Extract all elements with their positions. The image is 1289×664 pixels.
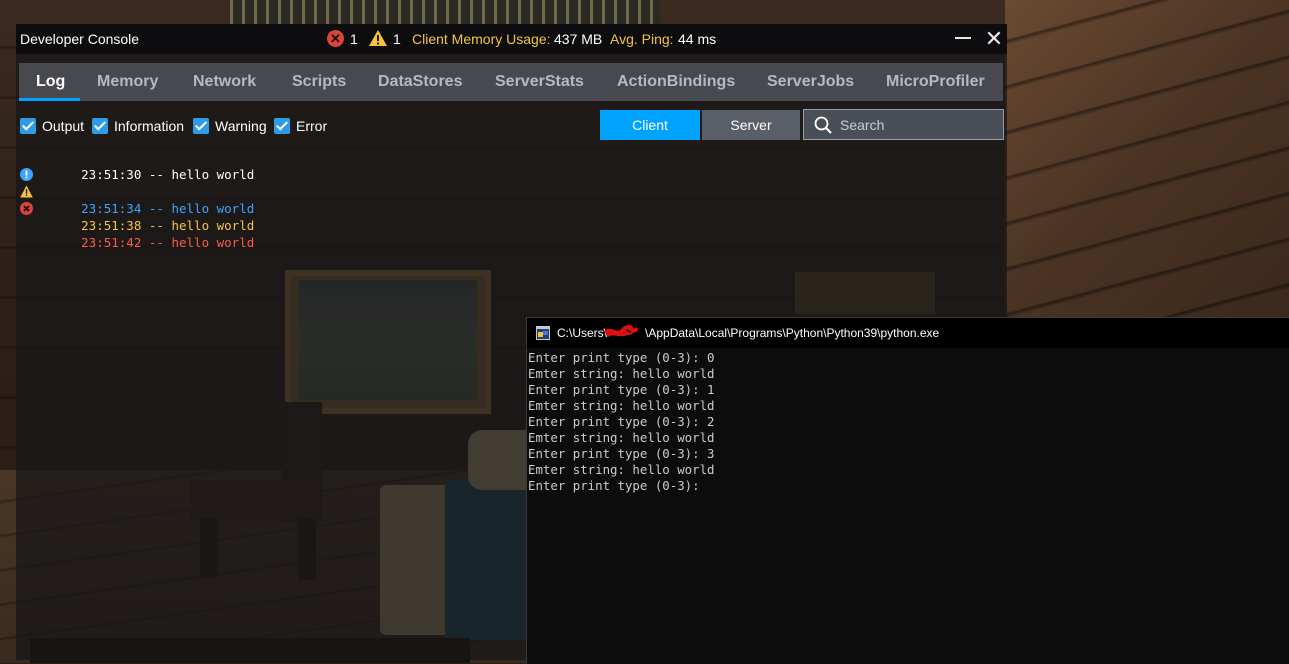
log-text: 23:51:42 -- hello world	[81, 235, 255, 250]
console-line: Enter print type (0-3): 3	[528, 446, 715, 461]
warning-icon	[20, 185, 33, 198]
console-titlebar[interactable]: Developer Console ✕ 1 1 Client Memory Us…	[16, 24, 1007, 54]
console-input-line[interactable]: Enter print type (0-3):	[528, 478, 1288, 494]
title-prefix: C:\Users\	[557, 326, 608, 340]
python-console-output[interactable]: Enter print type (0-3): 0 Emter string: …	[528, 350, 1288, 494]
ping-label: Avg. Ping:	[610, 31, 674, 47]
tab-microprofiler[interactable]: MicroProfiler	[886, 63, 985, 101]
log-entry: 23:51:34 -- hello world	[16, 166, 716, 216]
console-line: Enter print type (0-3): 2	[528, 414, 715, 429]
tab-memory[interactable]: Memory	[97, 63, 158, 101]
console-title: Developer Console	[20, 31, 140, 47]
log-entry: 23:51:42 -- hello world	[16, 200, 716, 250]
console-line: Enter print type (0-3): 1	[528, 382, 715, 397]
ping-value: 44 ms	[678, 31, 717, 47]
console-app-icon	[536, 326, 550, 340]
console-line: Enter print type (0-3): 0	[528, 350, 715, 365]
console-tab-bar: Log Memory Network Scripts DataStores Se…	[19, 63, 1003, 101]
wall-planks	[1005, 0, 1289, 330]
log-list: 23:51:30 -- hello world 23:51:34 -- hell…	[16, 149, 716, 250]
filter-label: Warning	[215, 118, 267, 134]
close-icon[interactable]: ✕	[984, 28, 1004, 50]
filter-information[interactable]: Information	[92, 117, 184, 135]
error-count: 1	[350, 31, 358, 47]
redaction-scribble	[603, 325, 639, 338]
search-input[interactable]	[840, 110, 995, 139]
checkbox-checked-icon[interactable]	[20, 118, 36, 134]
checkbox-checked-icon[interactable]	[92, 118, 108, 134]
filter-warning[interactable]: Warning	[193, 117, 267, 135]
tab-scripts[interactable]: Scripts	[292, 63, 346, 101]
python-window-titlebar[interactable]: C:\Users\ \AppData\Local\Programs\Python\…	[527, 318, 1289, 348]
client-button[interactable]: Client	[600, 110, 700, 140]
python-console-window[interactable]: C:\Users\ \AppData\Local\Programs\Python\…	[526, 317, 1289, 664]
ceiling-grate	[230, 0, 660, 24]
info-icon	[20, 168, 33, 181]
tab-log[interactable]: Log	[36, 63, 65, 101]
search-box[interactable]	[803, 109, 1004, 140]
checkbox-checked-icon[interactable]	[274, 118, 290, 134]
memory-label: Client Memory Usage:	[412, 31, 551, 47]
log-text: 23:51:38 -- hello world	[81, 218, 255, 233]
error-count-icon: ✕	[327, 30, 344, 47]
error-icon	[20, 202, 33, 215]
tab-actionbindings[interactable]: ActionBindings	[617, 63, 735, 101]
warning-count: 1	[393, 31, 401, 47]
title-suffix: \AppData\Local\Programs\Python\Python39\…	[645, 326, 940, 340]
console-line: Emter string: hello world	[528, 366, 715, 381]
tab-datastores[interactable]: DataStores	[378, 63, 462, 101]
console-line: Emter string: hello world	[528, 430, 715, 445]
filter-output[interactable]: Output	[20, 117, 84, 135]
log-entry: 23:51:30 -- hello world	[16, 149, 716, 182]
filter-label: Error	[296, 118, 328, 134]
checkbox-checked-icon[interactable]	[193, 118, 209, 134]
tab-serverjobs[interactable]: ServerJobs	[767, 63, 854, 101]
filter-error[interactable]: Error	[274, 117, 327, 135]
console-line: Emter string: hello world	[528, 462, 715, 477]
server-button[interactable]: Server	[702, 110, 800, 140]
warning-count-icon	[369, 30, 387, 46]
filter-label: Information	[114, 118, 185, 134]
filter-label: Output	[42, 118, 85, 134]
log-entry: 23:51:38 -- hello world	[16, 183, 716, 233]
console-line: Emter string: hello world	[528, 398, 715, 413]
memory-value: 437 MB	[554, 31, 603, 47]
tab-network[interactable]: Network	[193, 63, 256, 101]
active-tab-indicator	[19, 98, 80, 101]
minimize-icon[interactable]	[955, 37, 971, 39]
tab-serverstats[interactable]: ServerStats	[495, 63, 584, 101]
search-icon	[814, 116, 832, 134]
